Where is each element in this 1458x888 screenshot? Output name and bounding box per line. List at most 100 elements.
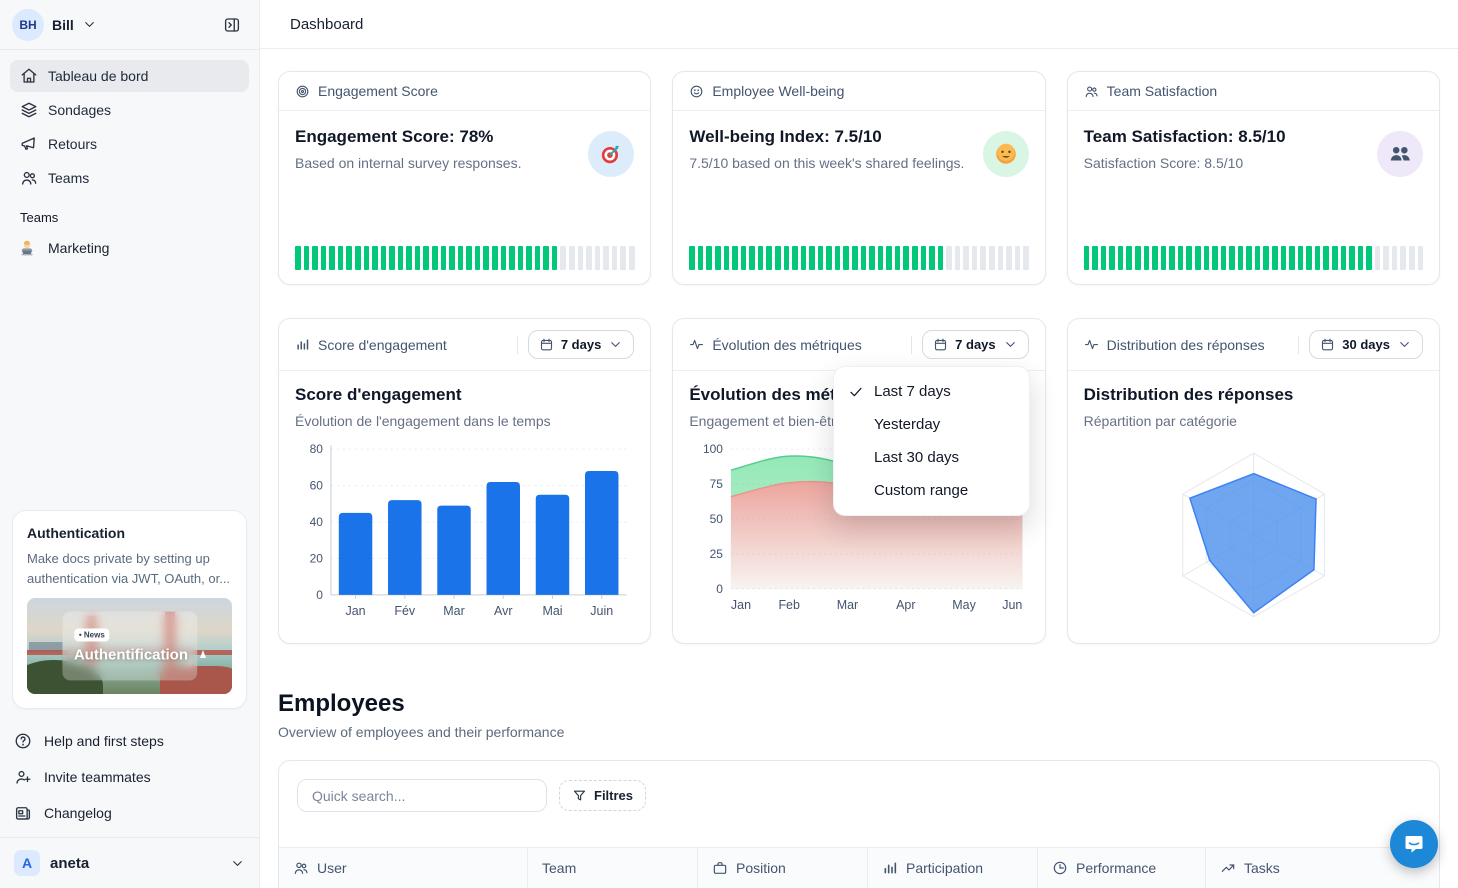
employees-table-card: Filtres User Team Position Participation Per… <box>278 760 1440 888</box>
technologist-icon <box>18 239 36 257</box>
minibar-icon <box>295 337 310 352</box>
promo-image: • News Authentification <box>27 598 232 694</box>
menu-item-custom-range[interactable]: Custom range <box>834 474 1029 507</box>
search-input[interactable] <box>297 779 547 812</box>
sidebar-item-sondages[interactable]: Sondages <box>10 94 249 126</box>
menu-item-last-7-days[interactable]: Last 7 days <box>834 375 1029 408</box>
dart-icon <box>598 141 624 167</box>
kpi-emoji-badge <box>1377 131 1423 177</box>
svg-text:75: 75 <box>710 477 724 491</box>
svg-text:Fév: Fév <box>394 604 416 618</box>
kpi-card: Employee Well-being Well-being Index: 7.5… <box>672 71 1045 285</box>
column-header-position[interactable]: Position <box>697 848 867 888</box>
workspace-name: aneta <box>50 855 89 872</box>
sidebar-collapse-button[interactable] <box>217 10 247 40</box>
column-header-label: Participation <box>906 860 983 876</box>
date-range-selector[interactable]: 7 days <box>528 330 634 359</box>
app-root: BH Bill Tableau de bordSondages Retours Te… <box>0 0 1458 888</box>
trend-icon <box>1220 860 1236 876</box>
layers-icon <box>20 101 38 119</box>
kpi-card: Engagement ScoreEngagement Score: 78%Bas… <box>278 71 651 285</box>
chevron-down-icon <box>82 17 97 32</box>
chevdown-icon <box>1397 337 1412 352</box>
svg-text:100: 100 <box>703 442 723 456</box>
help-icon <box>14 732 32 750</box>
user-avatar[interactable]: BH <box>12 9 44 41</box>
megaphone-icon <box>20 135 38 153</box>
sidebar-item-help-and-first-steps[interactable]: Help and first steps <box>0 723 259 759</box>
column-header-label: Team <box>542 860 576 876</box>
sidebar-item-tableau-de-bord[interactable]: Tableau de bord <box>10 60 249 92</box>
date-range-selector[interactable]: 7 days <box>922 330 1028 359</box>
promo-card[interactable]: Authentication Make docs private by sett… <box>12 510 247 709</box>
activity-icon <box>1084 337 1099 352</box>
sidebar-item-invite-teammates[interactable]: Invite teammates <box>0 759 259 795</box>
chart-card-header: Évolution des métriques 7 days <box>673 319 1044 371</box>
workspace-switcher[interactable]: A aneta <box>0 837 259 888</box>
svg-text:60: 60 <box>310 479 324 493</box>
svg-text:May: May <box>953 598 977 612</box>
date-range-label: 7 days <box>955 337 995 352</box>
funnel-icon <box>572 788 587 803</box>
sidebar-item-retours[interactable]: Retours <box>10 128 249 160</box>
chart-title: Distribution des réponses <box>1084 385 1423 405</box>
svg-text:Mar: Mar <box>837 598 858 612</box>
sidebar-nav: Tableau de bordSondages Retours Teams <box>0 50 259 196</box>
chart-card-header-label: Évolution des métriques <box>712 337 861 353</box>
minibar-icon <box>882 860 898 876</box>
promo-title: Authentication <box>27 525 232 541</box>
kpi-card: Team SatisfactionTeam Satisfaction: 8.5/… <box>1067 71 1440 285</box>
chart-card-header-label: Score d'engagement <box>318 337 447 353</box>
employees-title: Employees <box>278 690 1440 718</box>
smile-icon <box>689 84 704 99</box>
sidebar-item-label: Help and first steps <box>44 733 164 749</box>
svg-text:Apr: Apr <box>896 598 915 612</box>
sidebar-item-label: Retours <box>48 136 97 152</box>
kpi-progress-bars <box>295 246 634 270</box>
chat-launcher-button[interactable] <box>1390 820 1438 868</box>
filters-button[interactable]: Filtres <box>559 780 646 811</box>
menu-item-yesterday[interactable]: Yesterday <box>834 408 1029 441</box>
sidebar-item-teams[interactable]: Teams <box>10 162 249 194</box>
chart-card-header-label: Distribution des réponses <box>1107 337 1265 353</box>
menu-item-label: Last 7 days <box>874 383 951 400</box>
svg-text:Feb: Feb <box>779 598 801 612</box>
menu-item-label: Last 30 days <box>874 449 959 466</box>
svg-text:Jun: Jun <box>1003 598 1023 612</box>
sidebar-team-marketing[interactable]: Marketing <box>0 231 259 265</box>
sidebar-item-changelog[interactable]: Changelog <box>0 795 259 831</box>
kpi-subtitle: 7.5/10 based on this week's shared feeli… <box>689 155 964 171</box>
column-header-performance[interactable]: Performance <box>1037 848 1205 888</box>
employees-header: Employees Overview of employees and thei… <box>278 690 1440 740</box>
check-icon <box>848 384 864 400</box>
svg-text:Jan: Jan <box>345 604 365 618</box>
briefcase-icon <box>712 860 728 876</box>
kpi-title: Well-being Index: 7.5/10 <box>689 127 964 147</box>
svg-text:Jan: Jan <box>731 598 751 612</box>
chart-card-header: Score d'engagement 7 days <box>279 319 650 371</box>
user-name[interactable]: Bill <box>52 17 74 33</box>
svg-text:20: 20 <box>310 551 324 565</box>
kpi-card-header-label: Engagement Score <box>318 83 438 99</box>
kpi-subtitle: Satisfaction Score: 8.5/10 <box>1084 155 1286 171</box>
column-header-label: Position <box>736 860 786 876</box>
column-header-participation[interactable]: Participation <box>867 848 1037 888</box>
svg-text:Avr: Avr <box>494 604 512 618</box>
sidebar-item-label: Invite teammates <box>44 769 151 785</box>
date-range-selector[interactable]: 30 days <box>1309 330 1423 359</box>
calendar-icon <box>1320 337 1335 352</box>
svg-text:Juin: Juin <box>590 604 613 618</box>
kpi-row: Engagement ScoreEngagement Score: 78%Bas… <box>278 71 1440 285</box>
users-icon <box>1084 84 1099 99</box>
column-header-team[interactable]: Team <box>527 848 697 888</box>
kpi-card-header: Employee Well-being <box>673 72 1044 111</box>
menu-item-label: Custom range <box>874 482 968 499</box>
column-header-user[interactable]: User <box>279 848 527 888</box>
svg-text:40: 40 <box>310 515 324 529</box>
menu-item-last-30-days[interactable]: Last 30 days <box>834 441 1029 474</box>
promo-news-badge: • News <box>74 628 110 641</box>
home-icon <box>20 67 38 85</box>
kpi-card-header: Engagement Score <box>279 72 650 111</box>
chart-card: Score d'engagement 7 daysScore d'engageme… <box>278 318 651 644</box>
sidebar: BH Bill Tableau de bordSondages Retours Te… <box>0 0 260 888</box>
